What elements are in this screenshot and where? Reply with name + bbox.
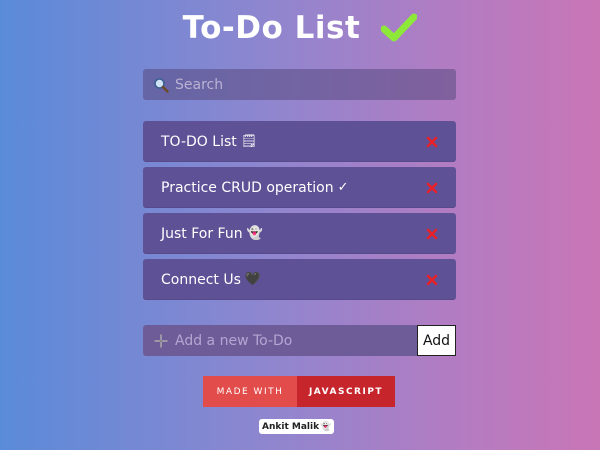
todo-label: Connect Us [161,271,241,288]
close-icon[interactable] [426,182,438,194]
notepad-icon: 🗒 [240,133,258,149]
todo-item[interactable]: Connect Us 🖤 [143,259,456,300]
check-mark-icon: ✓ [337,179,349,195]
add-todo-field [143,325,417,356]
search-icon [154,77,169,93]
header: To-Do List [0,8,600,52]
ghost-icon: 👻 [320,421,332,432]
todo-list: TO-DO List 🗒 Practice CRUD operation ✓ J… [143,121,456,305]
search-input[interactable] [175,76,435,93]
close-icon[interactable] [426,228,438,240]
todo-label: TO-DO List [161,133,237,150]
todo-item[interactable]: Practice CRUD operation ✓ [143,167,456,208]
add-todo-form: Add [143,325,456,356]
author-credit[interactable]: Ankit Malik 👻 [259,419,335,434]
page-title: To-Do List [182,10,361,46]
plus-icon [154,334,168,347]
todo-item[interactable]: Just For Fun 👻 [143,213,456,254]
checkmark-icon [381,13,418,42]
close-icon[interactable] [426,274,438,286]
todo-text-wrap: TO-DO List 🗒 [161,134,257,150]
search-bar [143,69,456,100]
todo-label: Just For Fun [161,225,243,242]
todo-item[interactable]: TO-DO List 🗒 [143,121,456,162]
close-icon[interactable] [426,136,438,148]
author-name: Ankit Malik [262,421,320,432]
ghost-icon: 👻 [246,225,263,241]
add-todo-input[interactable] [175,332,405,349]
todo-text-wrap: Just For Fun 👻 [161,226,263,242]
badge-javascript: JavaScript [297,376,395,407]
add-button[interactable]: Add [417,325,456,356]
todo-text-wrap: Practice CRUD operation ✓ [161,180,348,196]
badge-made-with: Made with [203,376,297,407]
made-with-badge: Made with JavaScript [203,376,395,407]
todo-label: Practice CRUD operation [161,179,334,196]
todo-text-wrap: Connect Us 🖤 [161,272,261,288]
heart-icon: 🖤 [244,271,262,287]
